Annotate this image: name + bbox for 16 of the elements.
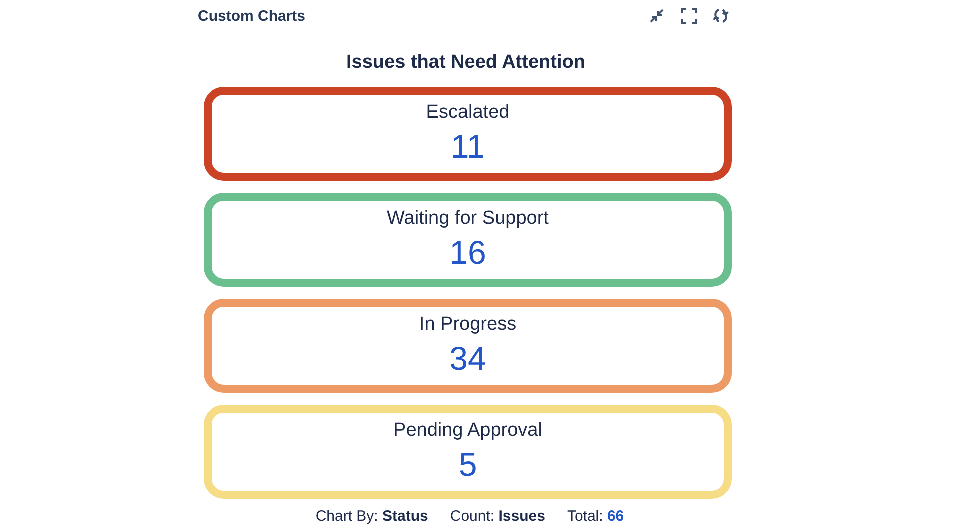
gadget-title: Custom Charts (198, 8, 307, 24)
issue-count: 16 (450, 234, 486, 272)
refresh-icon[interactable] (712, 7, 730, 25)
issue-count: 11 (450, 128, 486, 166)
status-label: Pending Approval (394, 420, 542, 442)
fullscreen-icon[interactable] (680, 7, 698, 25)
chart-title: Issues that Need Attention (346, 52, 586, 74)
issue-count: 34 (450, 340, 486, 378)
status-label: Waiting for Support (387, 208, 549, 230)
footer-stat: Count: Issues (450, 508, 546, 525)
status-label: Escalated (426, 102, 510, 124)
footer-stat: Total: 66 (567, 508, 624, 525)
minimize-icon[interactable] (648, 7, 666, 25)
status-label: In Progress (419, 314, 517, 336)
footer-stat: Chart By: Status (316, 508, 428, 525)
issue-count: 5 (458, 446, 478, 484)
